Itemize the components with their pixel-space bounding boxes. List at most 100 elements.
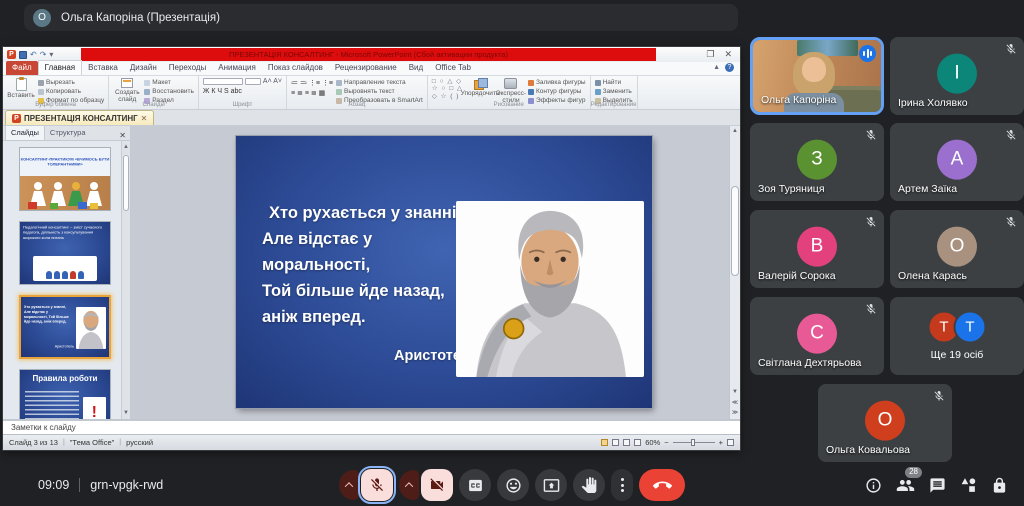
minimize-ribbon-icon[interactable]: ▲ — [713, 64, 720, 71]
activities-button[interactable] — [960, 477, 977, 494]
document-tab[interactable]: P ПРЕЗЕНТАЦІЯ КОНСАЛТИНГ ✕ — [5, 110, 154, 125]
font-style-buttons[interactable]: Ж К Ч S abc — [203, 88, 242, 95]
tab-office-tab[interactable]: Office Tab — [429, 61, 477, 75]
avatar: З — [797, 140, 837, 180]
help-icon[interactable]: ? — [725, 63, 734, 72]
tab-view[interactable]: Вид — [403, 61, 429, 75]
paste-button[interactable]: Вставить — [7, 78, 35, 99]
ribbon-group-drawing: □ ○ △ ◇ ☆ ○ □ △ ◇ ☆ ( ) Упорядочить Эксп… — [428, 76, 591, 109]
presenter-avatar: О — [33, 9, 51, 27]
tab-design[interactable]: Дизайн — [124, 61, 163, 75]
ribbon-group-slides: Создать слайд Макет Восстановить Раздел … — [109, 76, 199, 109]
slide-thumbnail-2[interactable]: 2 Педагогічний консалтинг – зміст сучасн… — [19, 221, 111, 285]
layout-button[interactable]: Макет — [144, 79, 194, 86]
zoom-in-button[interactable]: + — [719, 438, 723, 447]
shape-fill-button[interactable]: Заливка фигуры — [528, 79, 586, 86]
slide-notes-field[interactable]: Заметки к слайду — [3, 419, 740, 434]
copy-button[interactable]: Копировать — [38, 88, 104, 95]
mic-mute-button[interactable] — [361, 469, 393, 501]
participant-tile-svitlana-dekhtiarova[interactable]: С Світлана Дехтярьова — [750, 297, 884, 375]
present-button[interactable] — [535, 469, 567, 501]
participant-tile-artem-zaika[interactable]: А Артем Заїка — [890, 123, 1024, 201]
find-button[interactable]: Найти — [595, 79, 633, 86]
normal-view-button[interactable] — [601, 439, 608, 446]
participant-tile-iryna-kholiavko[interactable]: І Ірина Холявко — [890, 37, 1024, 115]
host-controls-button[interactable] — [991, 477, 1008, 494]
new-slide-button[interactable]: Создать слайд — [113, 78, 141, 103]
redo-icon[interactable]: ↷ — [40, 51, 47, 59]
participant-tile-zoia-turianytsia[interactable]: З Зоя Туряниця — [750, 123, 884, 201]
reactions-button[interactable] — [497, 469, 529, 501]
tab-insert[interactable]: Вставка — [82, 61, 124, 75]
avatar: О — [865, 401, 905, 441]
shape-outline-button[interactable]: Контур фигуры — [528, 88, 586, 95]
document-tab-close-icon[interactable]: ✕ — [141, 114, 148, 123]
slide-sorter-view-button[interactable] — [612, 439, 619, 446]
zoom-slider[interactable] — [673, 442, 715, 443]
reading-view-button[interactable] — [623, 439, 630, 446]
align-buttons[interactable]: ≡ ≣ ≡ ≣ ▦ — [291, 89, 333, 97]
captions-button[interactable] — [459, 469, 491, 501]
tab-animations[interactable]: Анимация — [212, 61, 262, 75]
slide-thumbnail-3-selected[interactable]: 3 Хто рухається у знанні, Але відстає у … — [19, 295, 111, 359]
tab-slideshow[interactable]: Показ слайдов — [262, 61, 329, 75]
zoom-out-button[interactable]: − — [664, 438, 668, 447]
panel-tab-slides[interactable]: Слайды — [5, 125, 45, 140]
participants-button[interactable]: 28 — [896, 476, 915, 495]
tab-transitions[interactable]: Переходы — [163, 61, 213, 75]
close-window-button[interactable]: ✕ — [724, 49, 732, 60]
slide-thumbnail-4[interactable]: 4 Правила роботи ! — [19, 369, 111, 419]
shared-screen-powerpoint: P ↶ ↷ ▾ ПРЕЗЕНТАЦІЯ КОНСАЛТИНГ - Microso… — [3, 47, 740, 450]
camera-options-button[interactable] — [399, 470, 419, 500]
restore-window-button[interactable]: ❐ — [706, 49, 714, 60]
qat-dropdown-icon[interactable]: ▾ — [49, 51, 53, 59]
quick-access-toolbar[interactable]: P ↶ ↷ ▾ — [7, 50, 53, 59]
powerpoint-app-icon: P — [7, 50, 16, 59]
meeting-details-button[interactable] — [865, 477, 882, 494]
align-text-button[interactable]: Выровнять текст — [336, 88, 423, 95]
text-direction-button[interactable]: Направление текста — [336, 79, 423, 86]
ribbon-tab-bar: Файл Главная Вставка Дизайн Переходы Ани… — [3, 62, 740, 76]
camera-off-button[interactable] — [421, 469, 453, 501]
slide-thumbnail-1[interactable]: 1 КОНСАЛТИНГ-ПРАКТИКУМ «ВЧИМОСЬ БУТИ ТОЛ… — [19, 147, 111, 211]
chat-icon — [929, 477, 946, 494]
save-icon[interactable] — [19, 51, 27, 59]
slideshow-view-button[interactable] — [634, 439, 641, 446]
more-options-button[interactable] — [611, 469, 633, 501]
chevron-up-icon — [405, 482, 413, 490]
ppt-titlebar[interactable]: P ↶ ↷ ▾ ПРЕЗЕНТАЦІЯ КОНСАЛТИНГ - Microso… — [3, 47, 740, 62]
chat-button[interactable] — [929, 477, 946, 494]
overflow-participants-tile[interactable]: Т Т Ще 19 осіб — [890, 297, 1024, 375]
mic-options-button[interactable] — [339, 470, 359, 500]
undo-icon[interactable]: ↶ — [30, 51, 37, 59]
mic-off-icon — [865, 129, 877, 141]
reset-button[interactable]: Восстановить — [144, 88, 194, 95]
participant-tile-olga-kaporina[interactable]: Ольга Капоріна — [750, 37, 884, 115]
fit-to-window-button[interactable] — [727, 439, 734, 446]
panel-close-icon[interactable]: ✕ — [119, 131, 128, 140]
cut-button[interactable]: Вырезать — [38, 79, 104, 86]
arrange-icon — [474, 78, 486, 89]
shapes-gallery[interactable]: □ ○ △ ◇ ☆ ○ □ △ ◇ ☆ ( ) — [432, 78, 463, 100]
quick-styles-button[interactable]: Экспресс-стили — [497, 78, 525, 104]
arrange-button[interactable]: Упорядочить — [466, 78, 494, 97]
thumbnail-4-text-lines — [25, 388, 79, 419]
participant-tile-olena-karas[interactable]: О Олена Карась — [890, 210, 1024, 288]
slides-panel-scrollbar[interactable]: ▲ ▼ — [121, 141, 130, 419]
tab-file[interactable]: Файл — [6, 61, 38, 75]
mic-off-icon — [1005, 43, 1017, 55]
list-buttons[interactable]: ≔ ≕ ⋮≡ ⋮≡ — [291, 79, 333, 87]
language-indicator[interactable]: русский — [126, 438, 153, 447]
leave-call-button[interactable] — [639, 469, 685, 501]
ribbon: Вставить Вырезать Копировать Формат по о… — [3, 76, 740, 110]
tab-review[interactable]: Рецензирование — [329, 61, 403, 75]
participant-tile-valerii-soroka[interactable]: В Валерій Сорока — [750, 210, 884, 288]
tab-home[interactable]: Главная — [38, 60, 82, 75]
current-slide[interactable]: Хто рухається у знанні, Але відстає у мо… — [236, 136, 652, 408]
slide-scrollbar[interactable]: ▲ ▼ ≪ ≫ — [729, 126, 740, 419]
panel-tab-outline[interactable]: Структура — [45, 126, 91, 140]
replace-button[interactable]: Заменить — [595, 88, 633, 95]
raise-hand-button[interactable] — [573, 469, 605, 501]
participant-name: Ольга Ковальова — [826, 444, 910, 456]
participant-tile-olga-kovalova[interactable]: О Ольга Ковальова — [818, 384, 952, 462]
